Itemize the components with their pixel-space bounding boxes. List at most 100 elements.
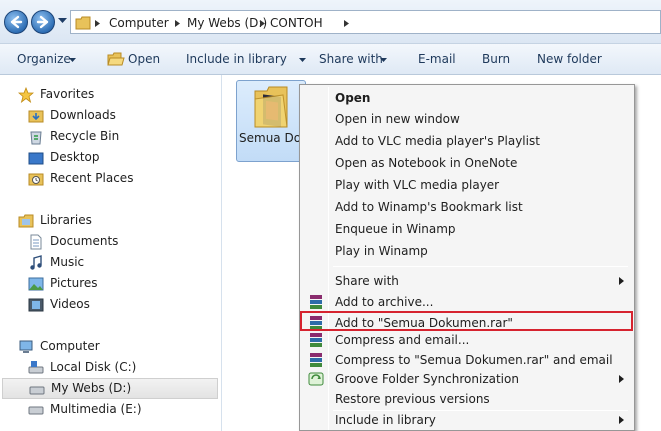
menu-item-label: Add to archive... [335,295,434,309]
desktop-icon [28,152,44,165]
nav-documents-label: Documents [50,234,119,248]
menu-item-label: Include in library [335,413,436,427]
menu-item-label: Restore previous versions [335,392,490,406]
menu-item-restore-previous[interactable]: Restore previous versions [302,389,632,410]
chevron-right-icon[interactable] [175,20,180,27]
nav-music[interactable]: Music [0,252,222,273]
menu-item-label: Add to Winamp's Bookmark list [335,200,523,214]
nav-recent-label: Recent Places [50,171,134,185]
drive-icon [29,386,45,395]
menu-item-label: Compress and email... [335,333,470,347]
new-folder-button[interactable]: New folder [537,52,602,67]
chevron-right-icon[interactable] [344,20,349,27]
folder-item-label: Semua Dokumen [239,131,301,145]
menu-item-vlc-playlist[interactable]: Add to VLC media player's Playlist [302,131,632,152]
menu-item-label: Play in Winamp [335,244,428,258]
nav-videos-label: Videos [50,297,90,311]
menu-item-label: Compress to "Semua Dokumen.rar" and emai… [335,353,613,367]
nav-libraries[interactable]: Libraries [0,210,222,231]
pictures-icon [28,277,44,291]
open-folder-icon[interactable] [107,51,125,67]
context-menu: Open Open in new window Add to VLC media… [299,84,635,431]
nav-webs-d-label: My Webs (D:) [51,381,132,395]
menu-item-open[interactable]: Open [302,88,632,109]
menu-item-open-new-window[interactable]: Open in new window [302,109,632,130]
breadcrumb-computer[interactable]: Computer [109,15,169,31]
menu-item-label: Enqueue in Winamp [335,222,456,236]
menu-item-label: Open as Notebook in OneNote [335,156,518,170]
winrar-icon [310,316,322,330]
menu-item-add-to-archive[interactable]: Add to archive... [302,292,632,313]
nav-downloads[interactable]: Downloads [0,105,222,126]
menu-item-label: Add to VLC media player's Playlist [335,134,540,148]
nav-my-webs-d[interactable]: My Webs (D:) [2,378,218,399]
nav-local-c-label: Local Disk (C:) [50,360,137,374]
menu-item-vlc-play[interactable]: Play with VLC media player [302,175,632,196]
chevron-down-icon [69,58,76,62]
nav-favorites[interactable]: Favorites [0,84,222,105]
submenu-arrow-icon [619,277,624,285]
nav-libraries-label: Libraries [40,213,92,227]
arrow-left-icon [10,15,23,29]
menu-item-winamp-enqueue[interactable]: Enqueue in Winamp [302,219,632,240]
include-in-library-button[interactable]: Include in library [186,52,287,67]
folder-icon [75,16,91,30]
breadcrumb-contoh[interactable]: CONTOH [270,15,323,31]
burn-button[interactable]: Burn [482,52,510,67]
organize-button[interactable]: Organize [17,52,71,67]
nav-music-label: Music [50,255,85,269]
email-button[interactable]: E-mail [418,52,456,67]
nav-recycle-label: Recycle Bin [50,129,120,143]
drive-icon [28,406,44,415]
nav-recent-places[interactable]: Recent Places [0,168,222,189]
menu-item-include-in-library[interactable]: Include in library [302,410,632,431]
command-bar: Organize Open Include in library Share w… [0,44,661,75]
nav-videos[interactable]: Videos [0,294,222,315]
downloads-folder-icon [28,110,44,123]
nav-local-disk-c[interactable]: Local Disk (C:) [0,357,222,378]
nav-documents[interactable]: Documents [0,231,222,252]
libraries-icon [18,214,34,228]
folder-item-semua-dokumen[interactable]: Semua Dokumen [236,80,306,162]
winrar-icon [310,353,322,367]
menu-item-onenote[interactable]: Open as Notebook in OneNote [302,153,632,174]
music-icon [30,255,42,270]
menu-separator [333,266,628,267]
breadcrumb-my-webs[interactable]: My Webs (D:) [187,15,267,31]
menu-item-compress-rar-email[interactable]: Compress to "Semua Dokumen.rar" and emai… [302,350,632,371]
menu-item-winamp-play[interactable]: Play in Winamp [302,241,632,262]
nav-pictures-label: Pictures [50,276,98,290]
navigation-pane: Favorites Downloads Recycle Bin Desktop … [0,75,222,431]
menu-item-label: Open in new window [335,112,460,126]
nav-recycle-bin[interactable]: Recycle Bin [0,126,222,147]
chevron-down-icon [299,58,306,62]
open-button[interactable]: Open [128,52,160,67]
nav-desktop[interactable]: Desktop [0,147,222,168]
recycle-bin-icon [30,131,42,145]
menu-item-open-label: Open [335,91,371,105]
menu-item-compress-email[interactable]: Compress and email... [302,330,632,351]
recent-pages-dropdown[interactable] [58,18,67,24]
address-bar-region: Computer My Webs (D:) CONTOH [0,0,661,44]
menu-item-share-with[interactable]: Share with [302,271,632,292]
chevron-right-icon[interactable] [95,20,100,27]
computer-icon [19,340,33,353]
nav-multimedia-e[interactable]: Multimedia (E:) [0,399,222,420]
winrar-icon [310,295,322,309]
videos-icon [28,298,44,312]
documents-icon [30,234,42,250]
menu-item-groove-sync[interactable]: Groove Folder Synchronization [302,369,632,390]
nav-pictures[interactable]: Pictures [0,273,222,294]
chevron-right-icon[interactable] [260,20,265,27]
share-with-button[interactable]: Share with [319,52,383,67]
nav-multimedia-e-label: Multimedia (E:) [50,402,142,416]
recent-places-icon [28,173,44,186]
forward-button[interactable] [31,10,55,34]
menu-item-label: Play with VLC media player [335,178,500,192]
menu-item-winamp-bookmark[interactable]: Add to Winamp's Bookmark list [302,197,632,218]
back-button[interactable] [4,10,28,34]
address-box[interactable]: Computer My Webs (D:) CONTOH [70,10,661,34]
nav-favorites-label: Favorites [40,87,95,101]
nav-computer[interactable]: Computer [0,336,222,357]
star-icon [18,87,34,103]
